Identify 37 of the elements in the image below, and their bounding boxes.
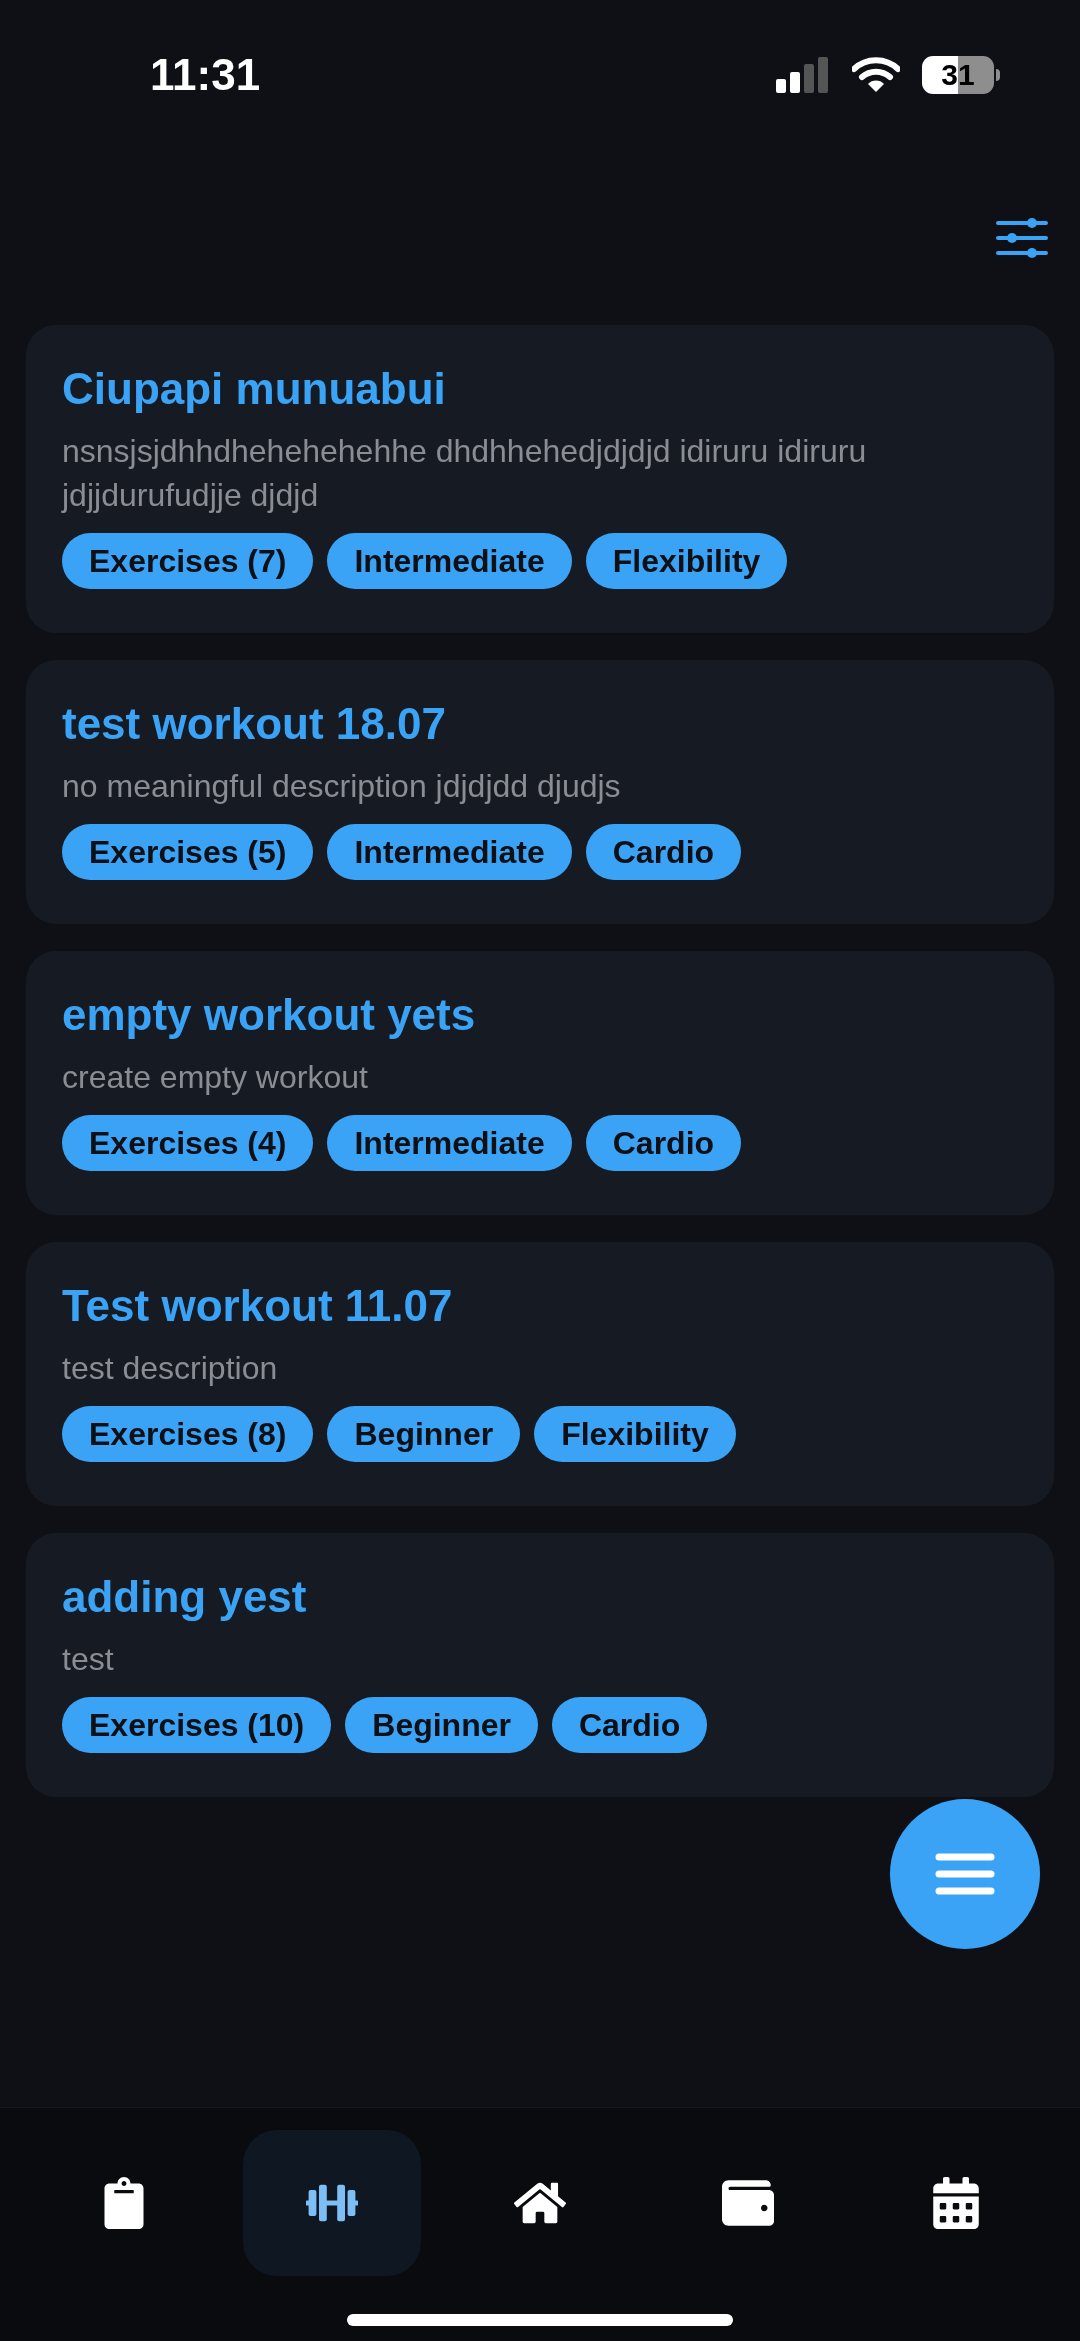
workout-title: Ciupapi munuabui (62, 363, 447, 415)
workout-tag: Exercises (8) (62, 1406, 314, 1462)
workout-card[interactable]: Test workout 11.07 test description Exercises (8) Beginner Flexibility (26, 1242, 1054, 1506)
workout-card[interactable]: Ciupapi munuabui nsnsjsjdhhdhehehehehhe dhdhhehedjdjdjd idiruru idiruru jdjjdurufudjje djdjd Exercises (7) Intermediate Flexibility (26, 325, 1054, 633)
workout-tag: Cardio (585, 1115, 742, 1171)
workout-description: nsnsjsjdhhdhehehehehhe dhdhhehedjdjdjd idiruru idiruru jdjjdurufudjje djdjd (62, 432, 868, 515)
wifi-icon (852, 57, 900, 93)
signal-icon (776, 57, 830, 93)
workout-tag: Beginner (327, 1406, 521, 1462)
workout-tag: Exercises (5) (62, 824, 314, 880)
workout-description: test description (62, 1349, 279, 1388)
workout-card[interactable]: empty workout yets create empty workout Exercises (4) Intermediate Cardio (26, 951, 1054, 1215)
workout-description: create empty workout (62, 1058, 369, 1097)
workout-tag: Exercises (7) (62, 533, 314, 589)
workout-tag: Exercises (4) (62, 1115, 314, 1171)
workout-card[interactable]: test workout 18.07 no meaningful description jdjdjdd djudjs Exercises (5) Intermediate Cardio (26, 660, 1054, 924)
workout-tag: Intermediate (327, 824, 572, 880)
workout-title: empty workout yets (62, 989, 477, 1041)
workout-tag: Cardio (585, 824, 742, 880)
workout-description: no meaningful description jdjdjdd djudjs (62, 767, 622, 806)
workout-title: test workout 18.07 (62, 698, 447, 750)
dumbbell-tab[interactable] (243, 2130, 421, 2276)
status-time: 11:31 (150, 49, 261, 101)
workout-title: adding yest (62, 1571, 308, 1623)
workout-tag: Cardio (551, 1697, 708, 1753)
wallet-icon (722, 2177, 774, 2229)
workout-tag: Beginner (345, 1697, 538, 1753)
workout-tag: Intermediate (327, 533, 572, 589)
workout-tag: Flexibility (585, 533, 788, 589)
workout-tag: Flexibility (534, 1406, 736, 1462)
workout-title: Test workout 11.07 (62, 1280, 454, 1332)
workout-card[interactable]: adding yest test Exercises (10) Beginner Cardio (26, 1533, 1054, 1797)
calendar-icon (930, 2177, 982, 2229)
workout-description: test (62, 1640, 115, 1679)
workout-tag: Exercises (10) (62, 1697, 332, 1753)
workout-tag: Intermediate (327, 1115, 572, 1171)
menu-icon (935, 1852, 995, 1896)
